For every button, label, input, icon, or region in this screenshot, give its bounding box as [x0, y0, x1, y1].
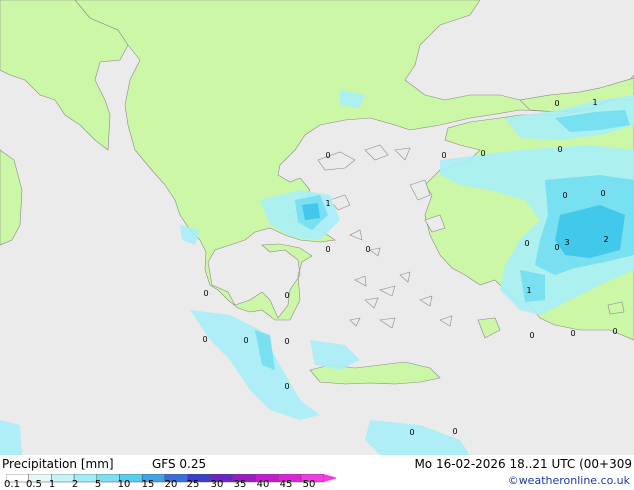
point-value-label: 0 — [203, 289, 208, 298]
point-value-label: 0 — [600, 189, 605, 198]
colorbar-tick-label: 45 — [279, 479, 293, 490]
point-value-label: 0 — [557, 145, 562, 154]
point-value-label: 1 — [325, 199, 330, 208]
point-value-label: 0 — [524, 239, 529, 248]
colorbar-tick-label: 40 — [256, 479, 270, 490]
colorbar-arrow — [323, 474, 336, 482]
point-value-label: 0 — [409, 428, 414, 437]
point-value-label: 0 — [325, 151, 330, 160]
map-footer: Precipitation [mm] GFS 0.25 Mo 16-02-202… — [0, 455, 634, 490]
forecast-datetime: Mo 16-02-2026 18..21 UTC (00+309 — [414, 457, 632, 471]
precipitation-map: 1 0 0 0 0 0 0 1 0 0 3 2 0 0 0 1 0 0 0 0 0 0 0 0 0 0 0 — [0, 0, 634, 455]
colorbar-tick-label: 35 — [233, 479, 247, 490]
point-value-label: 0 — [612, 327, 617, 336]
point-value-label: 0 — [365, 245, 370, 254]
point-value-label: 0 — [452, 427, 457, 436]
point-value-label: 0 — [202, 335, 207, 344]
colorbar-tick-label: 0.5 — [26, 479, 42, 490]
point-value-label: 1 — [526, 286, 531, 295]
point-value-label: 1 — [592, 98, 597, 107]
point-value-label: 0 — [570, 329, 575, 338]
colorbar-tick-label: 15 — [141, 479, 155, 490]
point-value-label: 0 — [284, 382, 289, 391]
colorbar-tick-label: 30 — [210, 479, 224, 490]
point-value-label: 0 — [562, 191, 567, 200]
colorbar-tick-label: 1 — [48, 479, 56, 490]
point-value-label: 0 — [480, 149, 485, 158]
colorbar-tick-label: 25 — [186, 479, 200, 490]
colorbar-tick-label: 2 — [71, 479, 79, 490]
model-label: GFS 0.25 — [152, 457, 207, 471]
point-value-label: 0 — [284, 291, 289, 300]
legend-title: Precipitation [mm] — [2, 457, 114, 471]
point-value-label: 0 — [243, 336, 248, 345]
point-value-label: 0 — [325, 245, 330, 254]
colorbar-tick-label: 5 — [94, 479, 102, 490]
point-value-label: 0 — [554, 99, 559, 108]
credit-link[interactable]: ©weatheronline.co.uk — [508, 474, 630, 488]
colorbar-tick-label: 50 — [302, 479, 316, 490]
colorbar-tick-label: 20 — [164, 479, 178, 490]
point-value-label: 3 — [564, 238, 569, 247]
point-value-label: 0 — [441, 151, 446, 160]
point-value-label: 0 — [284, 337, 289, 346]
colorbar-tick-label: 0.1 — [4, 479, 20, 490]
point-value-label: 0 — [554, 243, 559, 252]
point-value-label: 0 — [529, 331, 534, 340]
colorbar-tick-label: 10 — [117, 479, 131, 490]
point-value-label: 2 — [603, 235, 608, 244]
